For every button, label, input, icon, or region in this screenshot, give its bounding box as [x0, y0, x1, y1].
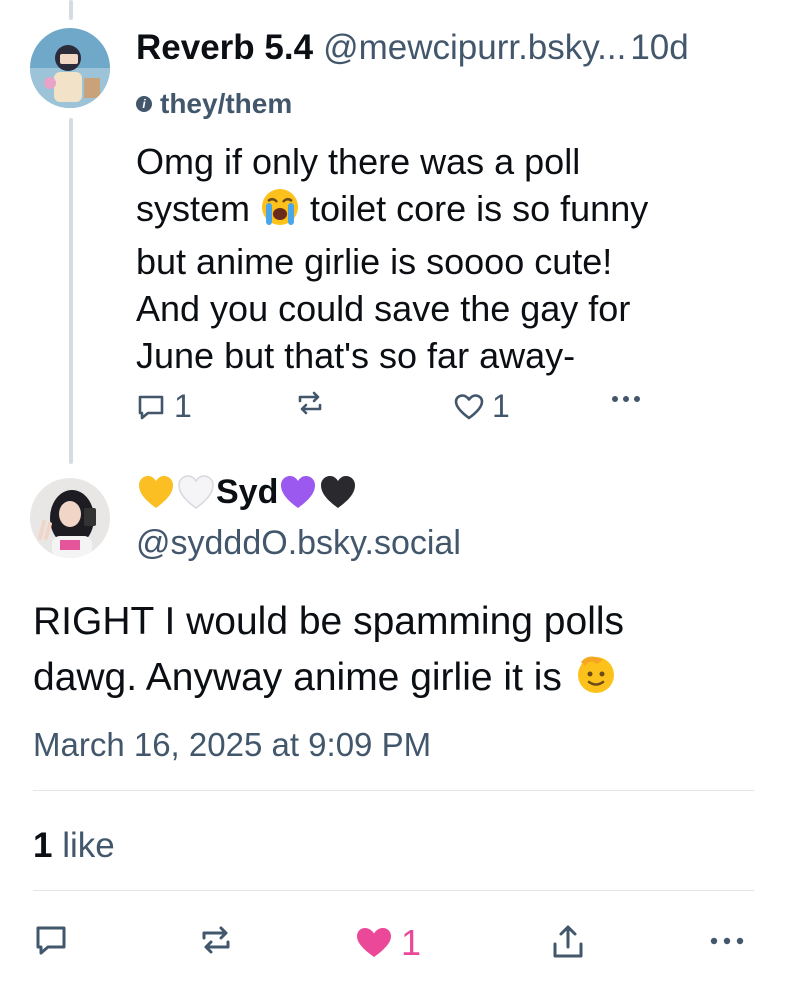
post-timestamp: March 16, 2025 at 9:09 PM — [33, 726, 432, 763]
more-icon — [710, 937, 744, 945]
thread-line-top — [69, 0, 73, 20]
reply-display-name-row[interactable]: Syd — [136, 472, 358, 512]
likes-count: 1 — [33, 826, 53, 865]
reply-text-line: dawg. Anyway anime girlie it is — [33, 650, 753, 712]
repost-icon — [298, 391, 322, 415]
parent-more-button[interactable] — [610, 394, 642, 404]
parent-text-fragment: toilet core is so funny — [310, 188, 649, 229]
parent-like-button[interactable]: 1 — [454, 388, 510, 425]
share-button[interactable] — [551, 922, 585, 960]
reply-display-name: Syd — [216, 472, 279, 511]
parent-reply-count: 1 — [174, 388, 192, 424]
reply-avatar[interactable] — [30, 478, 110, 558]
parent-text-fragment: system — [136, 188, 251, 229]
divider — [33, 790, 754, 791]
share-icon — [553, 925, 583, 958]
purple-heart-icon — [278, 472, 318, 512]
parent-post-actions: 1 1 — [136, 388, 656, 428]
parent-post-header: Reverb 5.4 @mewcipurr.bsky... 10d — [136, 28, 757, 74]
reply-icon — [36, 926, 66, 955]
saluting-face-emoji — [573, 650, 619, 712]
parent-text-line: but anime girlie is soooo cute! — [136, 241, 613, 282]
reply-text-fragment: dawg. Anyway anime girlie it is — [33, 656, 562, 699]
heart-icon — [454, 393, 484, 419]
like-button[interactable]: 1 — [355, 922, 421, 964]
yellow-heart-icon — [136, 472, 176, 512]
more-button[interactable] — [709, 936, 745, 946]
parent-avatar[interactable] — [30, 28, 110, 108]
reply-button[interactable] — [33, 922, 69, 958]
parent-reply-button[interactable]: 1 — [136, 388, 192, 425]
info-icon: i — [136, 96, 152, 112]
parent-handle[interactable]: @mewcipurr.bsky... — [323, 28, 626, 68]
loudly-crying-face-emoji — [260, 187, 300, 238]
likes-label: like — [62, 826, 115, 865]
parent-text-line: June but that's so far away- — [136, 335, 576, 376]
more-icon — [612, 396, 640, 402]
white-heart-icon — [176, 472, 216, 512]
parent-post-text: Omg if only there was a poll system toil… — [136, 138, 746, 379]
thread-line — [69, 118, 73, 464]
like-count: 1 — [401, 922, 422, 963]
parent-display-name[interactable]: Reverb 5.4 — [136, 28, 313, 68]
black-heart-icon — [318, 472, 358, 512]
heart-icon — [357, 928, 391, 957]
reply-post-actions: 1 — [33, 922, 753, 968]
parent-text-line: And you could save the gay for — [136, 288, 631, 329]
repost-icon — [202, 926, 230, 954]
reply-handle[interactable]: @sydddO.bsky.social — [136, 524, 461, 563]
repost-button[interactable] — [197, 922, 235, 958]
pronouns-label: they/them — [160, 88, 293, 119]
parent-text-line: system toilet core is so funny — [136, 185, 746, 238]
reply-text-line: RIGHT I would be spamming polls — [33, 600, 625, 643]
pronouns-row: i they/them — [136, 88, 292, 120]
parent-repost-button[interactable] — [294, 388, 326, 418]
likes-summary[interactable]: 1 like — [33, 826, 115, 866]
parent-post-age[interactable]: 10d — [630, 28, 688, 68]
parent-like-count: 1 — [492, 388, 510, 424]
divider — [33, 890, 754, 891]
reply-icon — [138, 395, 164, 419]
parent-text-line: Omg if only there was a poll — [136, 141, 581, 182]
reply-post-text: RIGHT I would be spamming polls dawg. An… — [33, 594, 753, 712]
